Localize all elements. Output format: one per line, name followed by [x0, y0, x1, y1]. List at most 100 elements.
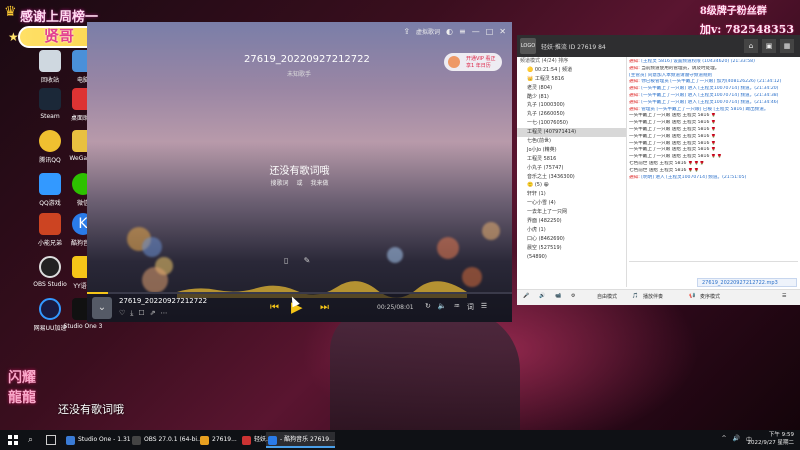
user-list-item[interactable]: 晨空 (527519) — [517, 244, 626, 253]
vip-promo-card[interactable]: 开通VIP 看正 享1 年日历 — [444, 53, 502, 71]
music-player-window: ⇪ 虚拟歌词 ◐ ≡ — □ ✕ 27619_20220927212722 未知… — [87, 22, 512, 322]
taskbar-app[interactable]: OBS 27.0.1 (64-bi... — [130, 432, 203, 448]
make-lyrics-link[interactable]: 我来做 — [311, 180, 329, 187]
heart-icon[interactable]: ♡ — [119, 309, 125, 318]
download-icon[interactable]: ⤓ — [130, 309, 133, 318]
start-button[interactable] — [8, 435, 18, 445]
mic-icon[interactable]: 🎤 — [523, 293, 529, 299]
lyrics-list-icon[interactable]: ▯ — [284, 256, 288, 265]
bokeh-light — [387, 247, 403, 263]
more-icon[interactable]: ⋯ — [161, 309, 168, 318]
song-title: 27619_20220927212722 — [244, 54, 370, 65]
play-accompaniment-button[interactable]: 播放伴奏 — [643, 293, 663, 300]
chat-message: 通知: 管理员 [一头牛戴上了一只眼] 已被 [王程灵 5816] 踢出频道。 — [629, 106, 769, 112]
fan-group-title: 8级牌子粉丝群 — [699, 6, 767, 17]
bokeh-light — [437, 237, 459, 259]
user-list-item[interactable]: 小丸子 (75747) — [517, 164, 626, 173]
home-icon[interactable]: ⌂ — [744, 39, 758, 53]
music-icon[interactable]: 🎵 — [632, 293, 638, 299]
search-lyrics-link[interactable]: 搜歌词 — [270, 180, 288, 187]
recycle-bin-icon — [39, 50, 61, 72]
user-list-item[interactable]: 口心 (8462690) — [517, 235, 626, 244]
sound-effect-icon[interactable]: ♒ — [454, 302, 460, 312]
vip-icon — [448, 56, 460, 68]
video-icon[interactable]: 📹 — [555, 293, 561, 299]
user-list-item[interactable]: 一去年上了一只网 — [517, 208, 626, 217]
user-list-item[interactable]: 老灵 (804) — [517, 84, 626, 93]
chat-message: 通知: [一头牛戴上了一只眼] 进入 [王程灵10070714] 频道。(21:… — [629, 86, 779, 92]
voice-chat-window: LOGO 轻妖·推流 ID 27619 84 ⌂ ▣ ▦ 频道模式 (4/24)… — [517, 35, 800, 305]
chat-message: 一头牛戴上了一只眼 送给 王程灵 5816 🌹 — [629, 120, 717, 126]
chat-message: 七色前世 送给 王程灵 5816 🌹🌹 — [629, 167, 700, 173]
sent-file-chip[interactable]: 27619_20220927212722.mp3 — [697, 278, 797, 287]
player-window-controls: ⇪ 虚拟歌词 ◐ ≡ — □ ✕ — [403, 27, 506, 36]
taskbar-app[interactable]: 27619... — [198, 432, 237, 448]
announce-icon[interactable]: 📢 — [689, 293, 695, 299]
mic-queue-button[interactable]: 麦序模式 — [700, 293, 720, 300]
user-list-item-selected[interactable]: 工程灵 (407971414) — [517, 128, 626, 138]
menu-icon[interactable]: ☰ — [782, 293, 786, 299]
next-track-button[interactable]: ⏭ — [320, 302, 329, 313]
qq-game-icon — [39, 173, 61, 195]
menu-icon[interactable]: ≡ — [459, 27, 466, 36]
chat-message: [主管员] 同意加入本频道请遵守频道规则 — [629, 72, 713, 78]
grid-icon[interactable]: ▦ — [780, 39, 794, 53]
fan-group-info: 8级牌子粉丝群 加v: 782548353 — [700, 2, 794, 37]
lyrics-empty-message: 还没有歌词哦 — [269, 166, 330, 177]
desktop-lyrics: 还没有歌词哦 — [58, 403, 124, 416]
free-mode-button[interactable]: 自由模式 — [597, 293, 617, 300]
user-list-item[interactable]: Jo小Jo (精英) — [517, 146, 626, 155]
stream-logo-line2: 龍龍 — [8, 390, 36, 406]
playlist-icon[interactable]: ☰ — [481, 302, 487, 312]
user-list-item[interactable]: 七色(前世) — [517, 137, 626, 146]
settings-icon[interactable]: ⚙ — [571, 293, 575, 299]
user-list-item[interactable]: (54890) — [517, 253, 626, 262]
chat-bottom-toolbar: 🎤 🔊 📹 ⚙ 自由模式 🎵 播放伴奏 📢 麦序模式 ☰ — [517, 289, 800, 305]
share-icon[interactable]: ⇗ — [150, 309, 156, 318]
qq-icon — [39, 130, 61, 152]
now-playing-title: 27619_20220927212722 — [119, 297, 208, 305]
user-list-item[interactable]: 👑 工程灵 5816 — [517, 75, 626, 84]
comment-icon[interactable]: ☐ — [138, 309, 144, 318]
user-list-item[interactable]: 音乐之土 (3436300) — [517, 173, 626, 182]
lyrics-toggle-icon[interactable]: 词 — [467, 302, 474, 312]
system-clock[interactable]: 下午 9:59 2022/9/27 星期二 — [748, 431, 794, 447]
user-list-item[interactable]: 一七·(10076050) — [517, 119, 626, 128]
user-list-item[interactable]: 🟡 00:21:54 | 频道 — [517, 66, 626, 75]
player-right-controls: ↻ 🔈 ♒ 词 ☰ — [425, 302, 487, 312]
user-list-item[interactable]: 小虎 (1) — [517, 226, 626, 235]
task-view-icon[interactable] — [46, 435, 56, 445]
game-icon[interactable]: ▣ — [762, 39, 776, 53]
taskbar-app-active[interactable]: - 酷狗音乐 27619... — [266, 432, 335, 448]
volume-icon[interactable]: 🔈 — [438, 302, 447, 312]
user-list-item[interactable]: 工程灵 5816 — [517, 155, 626, 164]
user-list-item[interactable]: 酷少 (81) — [517, 93, 626, 102]
chat-message: 通知: [一头牛戴上了一只眼] 进入 [王程灵10070714] 频道。(21:… — [629, 99, 779, 105]
user-list-item[interactable]: 丸子 (1000300) — [517, 101, 626, 110]
track-action-icons: ♡ ⤓ ☐ ⇗ ⋯ — [119, 309, 168, 318]
user-list-item[interactable]: 一心小雪 (4) — [517, 199, 626, 208]
close-icon[interactable]: ✕ — [499, 27, 506, 36]
virtual-lyrics-button[interactable]: 虚拟歌词 — [416, 27, 440, 36]
loop-mode-icon[interactable]: ↻ — [425, 302, 431, 312]
taskbar-app[interactable]: Studio One - 1.31 — [64, 432, 131, 448]
speaker-icon[interactable]: 🔊 — [539, 293, 545, 299]
user-list-item[interactable]: 界面 (482250) — [517, 217, 626, 226]
channel-user-list: 频道模式 (4/24) 排序 🟡 00:21:54 | 频道 👑 工程灵 581… — [517, 57, 627, 287]
user-list-item[interactable]: 轩轩 (1) — [517, 190, 626, 199]
lyrics-edit-icon[interactable]: ✎ — [304, 256, 311, 265]
bokeh-light — [142, 237, 162, 257]
bokeh-light — [142, 267, 168, 293]
tray-expand-icon[interactable]: ^ — [721, 435, 726, 444]
previous-track-button[interactable]: ⏮ — [270, 302, 279, 313]
skin-icon[interactable]: ◐ — [446, 27, 453, 36]
obs-icon — [39, 256, 61, 278]
user-list-item[interactable]: 🙂 (5) 😀 — [517, 181, 626, 190]
maximize-icon[interactable]: □ — [486, 27, 494, 36]
share-icon[interactable]: ⇪ — [403, 27, 410, 36]
collapse-player-button[interactable]: ⌄ — [92, 297, 112, 319]
minimize-icon[interactable]: — — [472, 27, 480, 36]
user-list-item[interactable]: 丸子 (2660050) — [517, 110, 626, 119]
volume-icon[interactable]: 🔊 — [733, 435, 740, 444]
search-icon[interactable]: ⌕ — [28, 435, 33, 445]
